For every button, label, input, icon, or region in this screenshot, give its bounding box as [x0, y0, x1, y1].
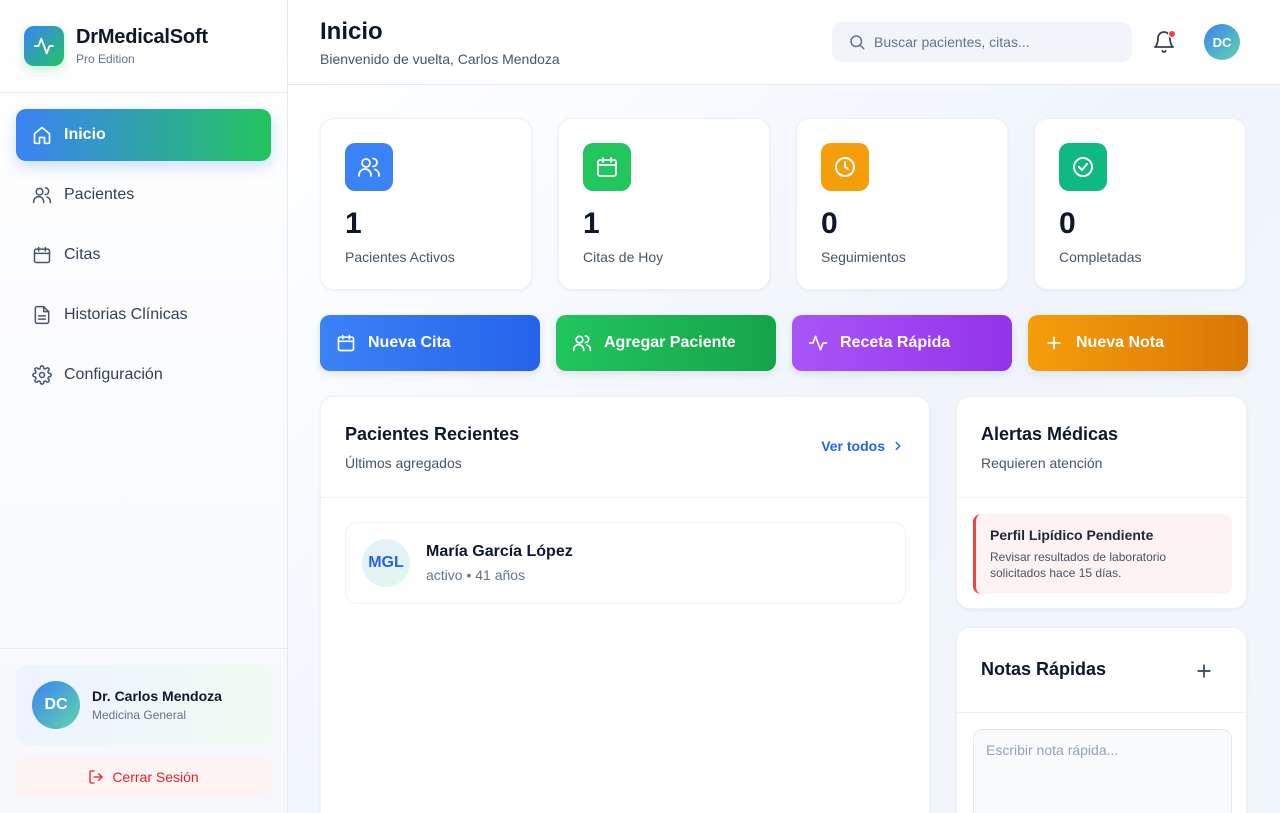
brand-edition: Pro Edition [76, 52, 135, 66]
patient-avatar: MGL [362, 539, 410, 587]
sidebar-item-inicio[interactable]: Inicio [16, 109, 271, 161]
sidebar-item-configuracion[interactable]: Configuración [16, 349, 271, 401]
activity-icon [808, 333, 828, 353]
sidebar-item-historias-clinicas[interactable]: Historias Clínicas [16, 289, 271, 341]
calendar-icon [336, 333, 356, 353]
patient-name: María García López [426, 543, 573, 560]
stat-label: Seguimientos [821, 249, 906, 265]
stat-label: Citas de Hoy [583, 249, 664, 265]
users-icon [572, 333, 592, 353]
button-label: Agregar Paciente [604, 334, 736, 351]
sidebar-item-label: Inicio [64, 126, 106, 143]
user-name: Dr. Carlos Mendoza [92, 688, 222, 704]
nueva-cita-button[interactable]: Nueva Cita [320, 315, 540, 371]
search-box [832, 22, 1132, 62]
sidebar-item-label: Pacientes [64, 186, 135, 203]
file-text-icon [32, 305, 52, 325]
add-note-button[interactable] [1194, 661, 1214, 681]
button-label: Receta Rápida [840, 334, 951, 351]
sidebar-item-pacientes[interactable]: Pacientes [16, 169, 271, 221]
plus-icon [1194, 661, 1214, 681]
sidebar-item-label: Historias Clínicas [64, 306, 188, 323]
brand: DrMedicalSoft Pro Edition [0, 0, 287, 93]
sidebar-item-citas[interactable]: Citas [16, 229, 271, 281]
nueva-nota-button[interactable]: Nueva Nota [1028, 315, 1248, 371]
alert-title: Perfil Lipídico Pendiente [990, 527, 1154, 543]
medical-alerts-panel: Alertas Médicas Requieren atención Perfi… [956, 396, 1247, 609]
agregar-paciente-button[interactable]: Agregar Paciente [556, 315, 776, 371]
stat-card-completadas: 0 Completadas [1034, 118, 1246, 290]
panel-subtitle: Requieren atención [981, 455, 1103, 471]
check-circle-icon [1059, 143, 1107, 191]
panel-title: Notas Rápidas [981, 659, 1107, 679]
stat-label: Completadas [1059, 249, 1142, 265]
button-label: Nueva Nota [1076, 334, 1165, 351]
chevron-right-icon [891, 439, 905, 453]
users-icon [345, 143, 393, 191]
panel-subtitle: Últimos agregados [345, 455, 462, 471]
sidebar-item-label: Citas [64, 246, 101, 263]
list-item[interactable]: MGL María García López activo • 41 años [345, 522, 906, 604]
stat-value: 0 [1059, 207, 1076, 240]
quick-notes-panel: Notas Rápidas [956, 627, 1247, 813]
sidebar-nav: Inicio Pacientes Citas Historias Clínica… [0, 93, 287, 425]
alert-item[interactable]: Perfil Lipídico Pendiente Revisar result… [973, 514, 1232, 594]
avatar: DC [32, 681, 80, 729]
receta-rapida-button[interactable]: Receta Rápida [792, 315, 1012, 371]
clock-icon [821, 143, 869, 191]
calendar-icon [583, 143, 631, 191]
sidebar-footer: DC Dr. Carlos Mendoza Medicina General C… [0, 648, 287, 813]
search-icon [848, 33, 866, 51]
quick-note-input[interactable] [973, 729, 1232, 813]
search-input[interactable] [874, 34, 1124, 50]
plus-icon [1044, 333, 1064, 353]
header-avatar[interactable]: DC [1204, 24, 1240, 60]
stat-value: 1 [583, 207, 600, 240]
header: Inicio Bienvenido de vuelta, Carlos Mend… [288, 0, 1280, 85]
logout-button[interactable]: Cerrar Sesión [16, 757, 271, 797]
panel-title: Alertas Médicas [981, 424, 1119, 444]
calendar-icon [32, 245, 52, 265]
user-role: Medicina General [92, 708, 187, 722]
gear-icon [32, 365, 52, 385]
alert-text: Revisar resultados de laboratorio solici… [990, 550, 1167, 580]
notification-dot [1168, 30, 1176, 38]
page-title: Inicio [320, 18, 383, 45]
view-all-link[interactable]: Ver todos [821, 438, 905, 454]
stat-card-seguimientos: 0 Seguimientos [796, 118, 1008, 290]
notification-button[interactable] [1152, 30, 1176, 54]
logout-label: Cerrar Sesión [112, 769, 199, 785]
stat-value: 0 [821, 207, 838, 240]
panel-title: Pacientes Recientes [345, 424, 520, 444]
recent-patients-panel: Pacientes Recientes Últimos agregados Ve… [320, 396, 930, 813]
brand-name: DrMedicalSoft [76, 26, 208, 48]
page-subtitle: Bienvenido de vuelta, Carlos Mendoza [320, 51, 560, 67]
stat-label: Pacientes Activos [345, 249, 455, 265]
users-icon [32, 185, 52, 205]
sidebar: DrMedicalSoft Pro Edition Inicio Pacient… [0, 0, 288, 813]
logout-icon [88, 769, 104, 785]
user-card[interactable]: DC Dr. Carlos Mendoza Medicina General [16, 665, 271, 745]
home-icon [32, 125, 52, 145]
stat-value: 1 [345, 207, 362, 240]
stat-card-citas-de-hoy: 1 Citas de Hoy [558, 118, 770, 290]
patient-meta: activo • 41 años [426, 567, 526, 583]
view-all-label: Ver todos [821, 438, 885, 454]
button-label: Nueva Cita [368, 334, 451, 351]
stat-card-pacientes-activos: 1 Pacientes Activos [320, 118, 532, 290]
sidebar-item-label: Configuración [64, 366, 163, 383]
activity-icon [24, 26, 64, 66]
main-content: 1 Pacientes Activos 1 Citas de Hoy 0 Seg… [288, 85, 1280, 813]
